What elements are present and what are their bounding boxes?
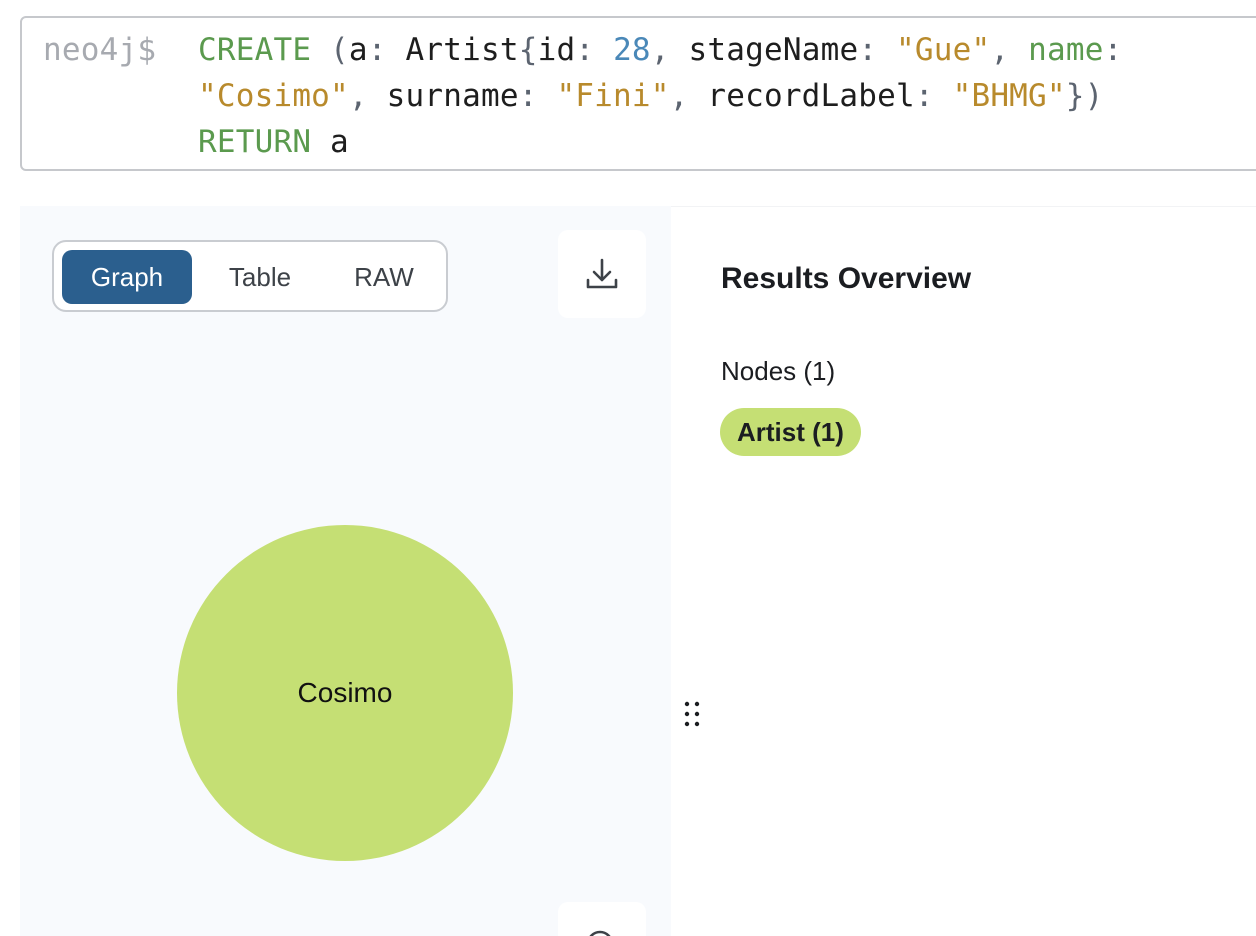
- code-token: 28: [613, 32, 651, 68]
- zoom-icon: [589, 930, 611, 936]
- code-token: a: [348, 32, 368, 68]
- results-overview-panel: [671, 206, 1256, 936]
- query-line-1: CREATE (a: Artist{id: 28, stageName: "Gu…: [198, 32, 1122, 68]
- code-token: ,: [348, 78, 387, 114]
- code-token: :: [575, 32, 614, 68]
- code-token: :: [858, 32, 897, 68]
- code-token: "Gue": [896, 32, 991, 68]
- graph-node-artist[interactable]: Cosimo: [177, 525, 513, 861]
- code-token: :: [914, 78, 953, 114]
- code-token: ,: [650, 32, 689, 68]
- query-line-3: RETURN a: [198, 124, 349, 160]
- code-token: "BHMG": [952, 78, 1066, 114]
- artist-label-chip[interactable]: Artist (1): [720, 408, 861, 456]
- code-token: a: [311, 124, 349, 160]
- code-token: recordLabel: [707, 78, 915, 114]
- panel-resize-handle[interactable]: [680, 700, 704, 730]
- results-overview-title: Results Overview: [721, 262, 972, 295]
- code-token: :: [367, 32, 406, 68]
- drag-handle-icon: [684, 701, 700, 727]
- code-token: id: [537, 32, 576, 68]
- node-caption: Cosimo: [297, 677, 393, 708]
- code-token: (: [311, 32, 349, 68]
- code-token: surname: [386, 78, 519, 114]
- code-token: :: [518, 78, 557, 114]
- query-editor[interactable]: neo4j$ CREATE (a: Artist{id: 28, stageNa…: [20, 16, 1256, 171]
- query-result-frame: neo4j$ CREATE (a: Artist{id: 28, stageNa…: [0, 0, 1256, 936]
- download-icon: [586, 258, 618, 289]
- code-token: name: [1028, 32, 1104, 68]
- keyword-return: RETURN: [198, 124, 312, 160]
- query-line-2: "Cosimo", surname: "Fini", recordLabel: …: [198, 78, 1104, 114]
- raw-view-button[interactable]: RAW: [330, 250, 438, 304]
- code-token: "Fini": [556, 78, 670, 114]
- table-view-button[interactable]: Table: [204, 250, 316, 304]
- graph-view-button[interactable]: Graph: [62, 250, 192, 304]
- code-token: stageName: [688, 32, 859, 68]
- code-token: Artist: [405, 32, 519, 68]
- code-token: {: [518, 32, 538, 68]
- code-token: :: [1103, 32, 1123, 68]
- view-toggle: Graph Table RAW: [52, 240, 448, 312]
- zoom-button[interactable]: [558, 902, 646, 936]
- download-button[interactable]: [558, 230, 646, 318]
- code-token: }): [1065, 78, 1104, 114]
- nodes-count-label: Nodes (1): [721, 356, 836, 386]
- code-token: ,: [669, 78, 708, 114]
- editor-prompt: neo4j$: [43, 32, 157, 68]
- keyword-create: CREATE: [198, 32, 312, 68]
- code-token: ,: [990, 32, 1029, 68]
- code-token: "Cosimo": [198, 78, 349, 114]
